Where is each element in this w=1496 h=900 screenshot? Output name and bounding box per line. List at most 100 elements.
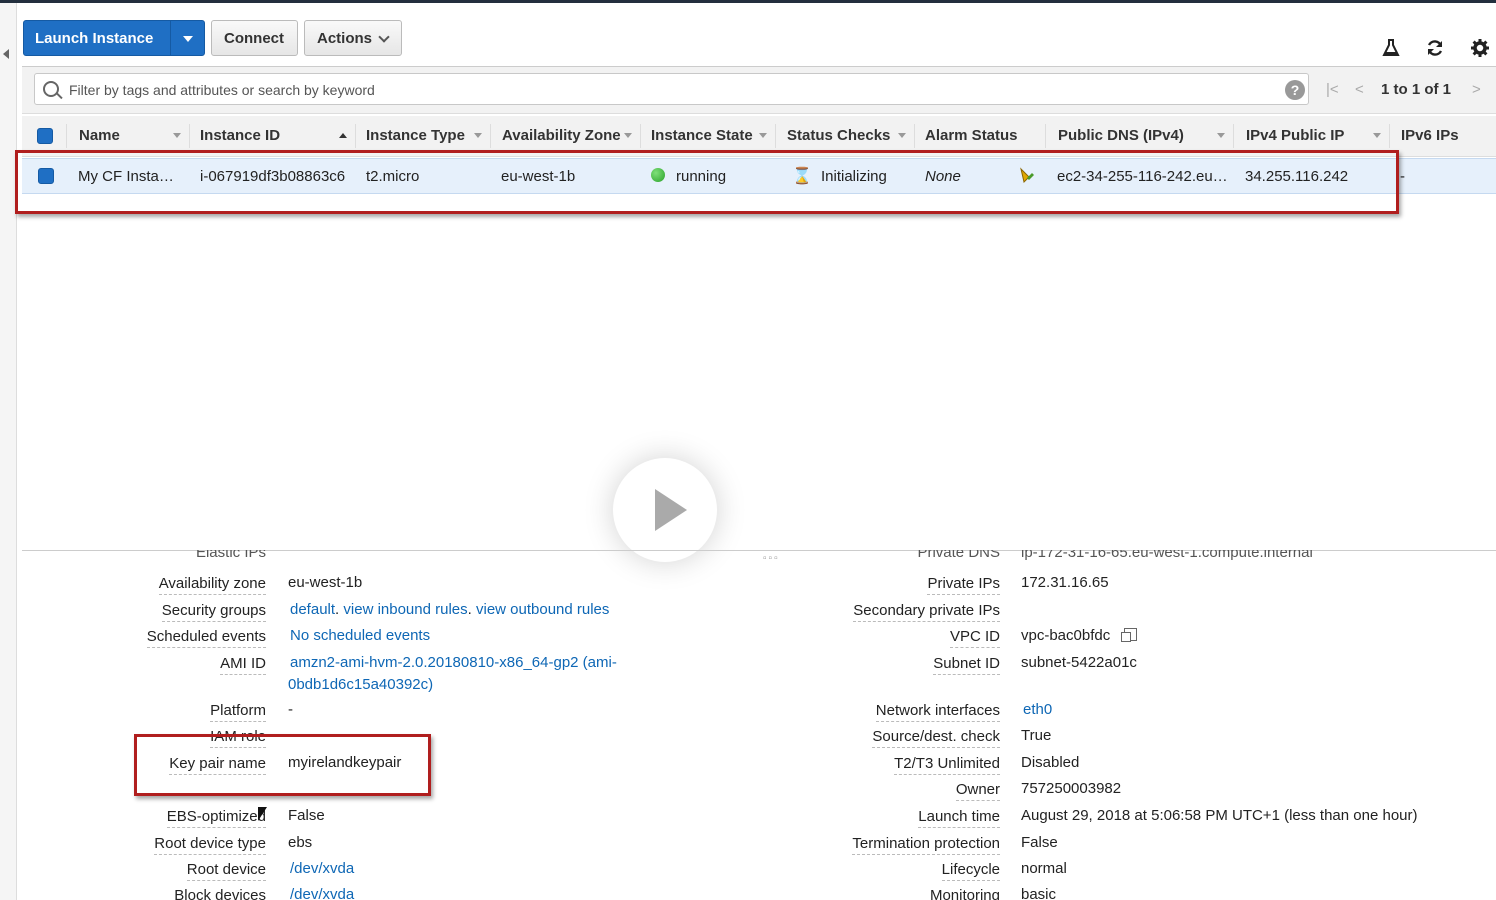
detail-value-launch-time: August 29, 2018 at 5:06:58 PM UTC+1 (les… [1021, 807, 1418, 824]
column-separator [1045, 124, 1046, 148]
actions-label: Actions [317, 30, 373, 47]
play-video-button[interactable] [613, 458, 717, 562]
connect-button[interactable]: Connect [211, 20, 298, 56]
gear-icon[interactable] [1470, 38, 1490, 58]
sort-icon[interactable] [474, 133, 482, 138]
search-input[interactable] [67, 79, 1271, 101]
sort-icon[interactable] [173, 133, 181, 138]
detail-value-private-ips: 172.31.16.65 [1021, 574, 1109, 591]
detail-value-security-groups: default. view inbound rules. view outbou… [290, 601, 610, 618]
detail-value-ebs-optimized: False [288, 807, 325, 824]
vpc-id-text: vpc-bac0bfdc [1021, 627, 1111, 644]
detail-label-private-dns: Private DNS [917, 550, 1000, 561]
ami-id-link-continued[interactable]: 0bdb1d6c15a40392c) [288, 676, 433, 693]
detail-label: T2/T3 Unlimited [894, 755, 1000, 775]
detail-label: VPC ID [949, 628, 1000, 648]
column-header-alarm-status[interactable]: Alarm Status [925, 127, 1018, 144]
view-inbound-rules-link[interactable]: view inbound rules [343, 601, 467, 618]
detail-value-root-device-type: ebs [288, 834, 313, 851]
sort-icon[interactable] [898, 133, 906, 138]
launch-split-divider [170, 21, 171, 55]
search-box[interactable] [34, 73, 1309, 105]
next-page-icon[interactable]: > [1472, 81, 1481, 98]
column-header-instance-type[interactable]: Instance Type [366, 127, 465, 144]
column-header-instance-id[interactable]: Instance ID [200, 127, 280, 144]
pagination-status: 1 to 1 of 1 [1381, 81, 1452, 98]
sort-icon[interactable] [759, 133, 767, 138]
detail-value-private-dns: ip-172-31-16-65.eu-west-1.compute.intern… [1021, 550, 1313, 561]
detail-value-t2-t3-unlimited: Disabled [1021, 754, 1080, 771]
column-header-public-dns[interactable]: Public DNS (IPv4) [1058, 127, 1184, 144]
detail-label: Security groups [161, 602, 266, 622]
column-separator [640, 124, 641, 148]
detail-value-availability-zone: eu-west-1b [288, 574, 363, 591]
launch-instance-label: Launch Instance [35, 30, 154, 47]
network-interface-link[interactable]: eth0 [1023, 701, 1052, 718]
column-header-name[interactable]: Name [79, 127, 120, 144]
sort-ascending-icon[interactable] [339, 133, 347, 138]
column-header-public-ip[interactable]: IPv4 Public IP [1246, 127, 1344, 144]
detail-label: Source/dest. check [872, 728, 1000, 748]
block-devices-link[interactable]: /dev/xvda [290, 886, 354, 900]
column-header-availability-zone[interactable]: Availability Zone [502, 127, 621, 144]
actions-button[interactable]: Actions [304, 20, 402, 56]
detail-label: Subnet ID [933, 655, 1000, 675]
flask-icon[interactable] [1381, 38, 1401, 58]
chevron-down-icon [378, 31, 390, 43]
detail-label: Scheduled events [146, 628, 266, 648]
detail-value-lifecycle: normal [1021, 860, 1067, 877]
cell-ipv6: - [1400, 168, 1405, 185]
annotation-highlight-key-pair [134, 734, 431, 796]
column-separator [775, 124, 776, 148]
root-device-link[interactable]: /dev/xvda [290, 860, 354, 877]
column-separator [1389, 124, 1390, 148]
column-header-status-checks[interactable]: Status Checks [787, 127, 890, 144]
annotation-highlight-row [15, 150, 1399, 214]
detail-value-platform: - [288, 701, 293, 718]
column-header-instance-state[interactable]: Instance State [651, 127, 753, 144]
prev-page-icon[interactable]: < [1355, 81, 1364, 98]
help-icon[interactable]: ? [1285, 80, 1305, 100]
detail-label: Root device type [154, 835, 266, 855]
detail-label: AMI ID [220, 655, 266, 675]
launch-instance-button[interactable]: Launch Instance [23, 20, 205, 56]
detail-label: Private IPs [927, 575, 1000, 595]
sort-icon[interactable] [1217, 133, 1225, 138]
detail-value-source-dest-check: True [1021, 727, 1052, 744]
chevron-down-icon[interactable] [183, 36, 193, 42]
ami-id-link[interactable]: amzn2-ami-hvm-2.0.20180810-x86_64-gp2 (a… [290, 654, 617, 671]
filter-bar: ? |< < 1 to 1 of 1 > [22, 66, 1496, 114]
sort-icon[interactable] [624, 133, 632, 138]
detail-label: Owner [955, 781, 1000, 801]
detail-value-monitoring: basic [1021, 886, 1057, 900]
view-outbound-rules-link[interactable]: view outbound rules [476, 601, 609, 618]
refresh-icon[interactable] [1425, 38, 1445, 58]
first-page-icon[interactable]: |< [1326, 81, 1339, 98]
detail-label: Block devices [174, 887, 266, 900]
mouse-cursor-icon [258, 807, 267, 821]
detail-label-elastic-ips: Elastic IPs [195, 550, 266, 561]
column-separator [189, 124, 190, 148]
column-separator [490, 124, 491, 148]
detail-value-termination-protection: False [1021, 834, 1058, 851]
detail-label: Secondary private IPs [853, 602, 1000, 622]
sort-icon[interactable] [1373, 133, 1381, 138]
play-video-icon [655, 489, 687, 531]
security-group-link[interactable]: default [290, 601, 335, 618]
search-icon [43, 81, 59, 97]
column-separator [1233, 124, 1234, 148]
collapse-arrow-icon[interactable] [3, 49, 9, 59]
scheduled-events-link[interactable]: No scheduled events [290, 627, 430, 644]
detail-label: Platform [210, 702, 266, 722]
column-separator [66, 124, 67, 148]
select-all-checkbox[interactable] [37, 128, 53, 144]
detail-label: Termination protection [852, 835, 1000, 855]
connect-label: Connect [224, 30, 284, 47]
detail-label: Availability zone [158, 575, 266, 595]
column-header-ipv6[interactable]: IPv6 IPs [1401, 127, 1459, 144]
copy-icon[interactable] [1121, 628, 1138, 642]
detail-label: EBS-optimized [166, 808, 266, 828]
column-separator [355, 124, 356, 148]
detail-value-owner: 757250003982 [1021, 780, 1122, 797]
detail-label: Root device [186, 861, 266, 881]
